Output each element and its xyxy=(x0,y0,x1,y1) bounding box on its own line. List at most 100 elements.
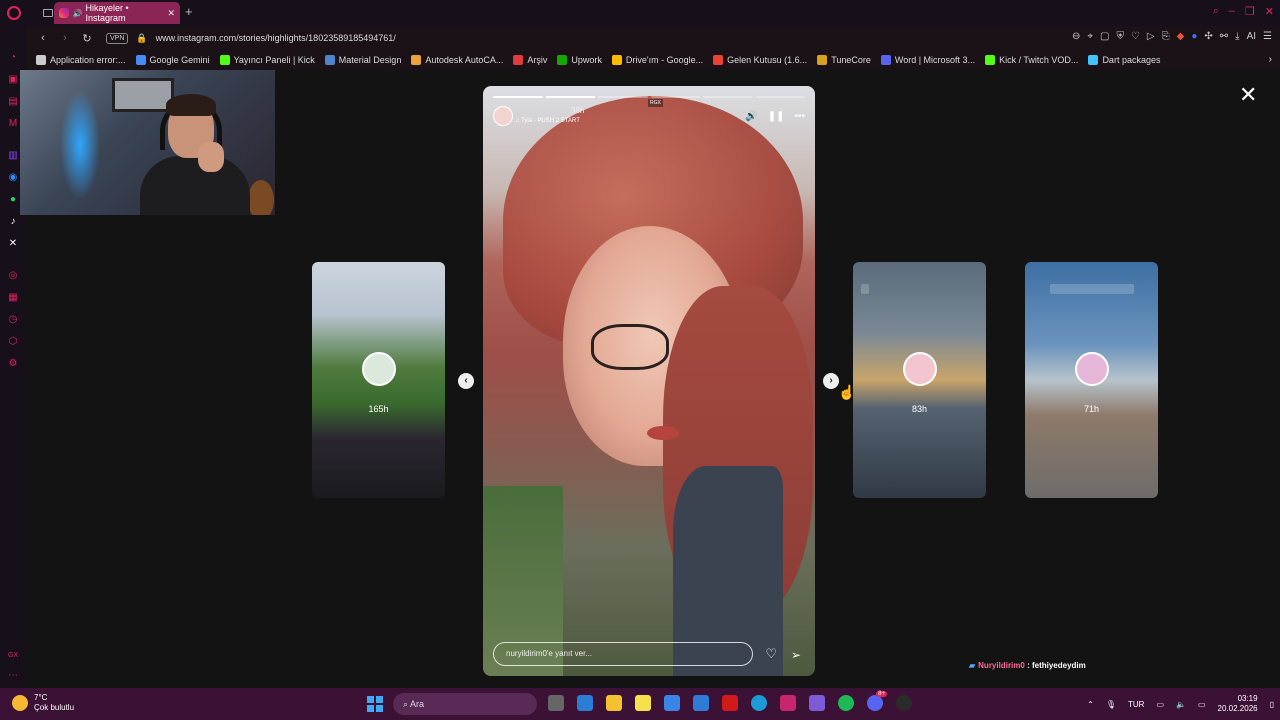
story-music[interactable]: ♫ Tyla - PUSH 2 START xyxy=(515,118,580,124)
shield-icon[interactable]: ⛨ xyxy=(1116,31,1124,42)
back-button[interactable]: ‹ xyxy=(38,32,48,44)
menu-icon[interactable]: ☰ xyxy=(1263,31,1272,42)
bookmark-item[interactable]: Drive'ım - Google... xyxy=(611,55,703,65)
bookmark-item[interactable]: Autodesk AutoCA... xyxy=(411,55,503,65)
previous-story-preview[interactable]: 165h xyxy=(312,262,445,498)
bookmark-item[interactable]: Kick / Twitch VOD... xyxy=(985,55,1078,65)
bookmark-item[interactable]: Yayıncı Paneli | Kick xyxy=(219,55,315,65)
reload-button[interactable]: ↻ xyxy=(82,32,92,45)
tab-instagram-stories[interactable]: 🔊 Hikayeler • Instagram ✕ xyxy=(54,2,180,24)
mail-icon[interactable]: M xyxy=(7,118,19,130)
previous-story-arrow-icon[interactable]: ‹ xyxy=(458,373,474,389)
bookmark-heart-icon[interactable]: ♡ xyxy=(1131,31,1140,42)
speaker-icon[interactable]: 🔊 xyxy=(73,9,83,18)
download-icon[interactable]: ⤓ xyxy=(1235,31,1239,42)
upcoming-story-preview[interactable]: ​ 71h xyxy=(1025,262,1158,498)
notifications-icon[interactable]: ▯ xyxy=(1270,700,1274,709)
next-story-arrow-icon[interactable]: › xyxy=(823,373,839,389)
like-heart-icon[interactable]: ♡ xyxy=(765,646,777,662)
url-field[interactable]: www.instagram.com/stories/highlights/180… xyxy=(156,33,396,43)
taskbar-search[interactable]: ⌕ Ara xyxy=(393,693,537,715)
reply-input[interactable]: nuryildirim0'e yanıt ver... xyxy=(493,642,753,666)
close-window-button[interactable]: ✕ xyxy=(1265,5,1274,18)
spotify-icon[interactable] xyxy=(838,695,854,711)
more-options-icon[interactable]: ••• xyxy=(794,111,805,122)
next-story-preview[interactable]: ​ 83h xyxy=(853,262,986,498)
bookmark-item[interactable]: Arşiv xyxy=(513,55,547,65)
opera-logo-icon[interactable] xyxy=(7,6,21,20)
close-stories-button[interactable]: ✕ xyxy=(1239,84,1257,106)
zoom-icon[interactable]: ⊖ xyxy=(1072,31,1080,42)
pin-icon[interactable]: ⌖ xyxy=(1087,31,1093,42)
speed-dial-icon[interactable]: ◔ xyxy=(7,52,19,64)
bookmark-item[interactable]: Google Gemini xyxy=(135,55,210,65)
copilot-icon[interactable] xyxy=(809,695,825,711)
settings-gear-icon[interactable]: ⚙ xyxy=(7,358,19,370)
microphone-icon[interactable]: 🎙 xyxy=(1106,700,1116,709)
bookmark-item[interactable]: Word | Microsoft 3... xyxy=(880,55,975,65)
task-view-icon[interactable] xyxy=(548,695,564,711)
tab-close-icon[interactable]: ✕ xyxy=(167,8,175,19)
lock-icon[interactable]: 🔒 xyxy=(136,33,147,44)
bookmark-item[interactable]: Dart packages xyxy=(1088,55,1160,65)
bookmark-item[interactable]: Gelen Kutusu (1.6... xyxy=(713,55,807,65)
bookmark-item[interactable]: TuneCore xyxy=(817,55,871,65)
player-icon[interactable]: ◎ xyxy=(7,270,19,282)
outlook-icon[interactable] xyxy=(577,695,593,711)
aria-ai-button[interactable]: AI xyxy=(1247,31,1256,42)
weather-widget[interactable]: 7°C Çok bulutlu xyxy=(12,693,74,713)
play-icon[interactable]: ▷ xyxy=(1147,31,1155,42)
opera-gx-taskbar-icon[interactable] xyxy=(722,695,738,711)
extension-blue-icon[interactable]: ● xyxy=(1191,31,1197,42)
battery-icon[interactable]: ▭ xyxy=(1198,700,1206,709)
vpn-badge[interactable]: VPN xyxy=(106,32,129,44)
send-icon[interactable]: ➢ xyxy=(791,648,801,662)
store-icon[interactable] xyxy=(664,695,680,711)
taskbar-clock[interactable]: 03:19 20.02.2026 xyxy=(1218,694,1258,714)
extensions-icon[interactable]: ⬡ xyxy=(7,336,19,348)
tiktok-icon[interactable]: ♪ xyxy=(7,216,19,228)
snapshot-icon[interactable]: ▢ xyxy=(1100,31,1109,42)
file-explorer-icon[interactable] xyxy=(606,695,622,711)
volume-tray-icon[interactable]: 🔈 xyxy=(1176,700,1186,709)
extensions-puzzle-icon[interactable]: ✣ xyxy=(1204,31,1212,42)
story-owner-avatar[interactable] xyxy=(493,106,513,126)
gx-corner-icon[interactable]: GX xyxy=(7,650,19,662)
network-icon[interactable]: ▭ xyxy=(1156,700,1164,709)
sidebar-more-icon[interactable]: ⋯ xyxy=(7,670,19,682)
obs-icon[interactable] xyxy=(896,695,912,711)
volume-icon[interactable]: 🔊 xyxy=(745,111,757,122)
forward-button[interactable]: › xyxy=(60,32,70,44)
pause-icon[interactable]: ❚❚ xyxy=(768,111,785,122)
extension-fox-icon[interactable]: ◆ xyxy=(1177,31,1185,42)
edge-icon[interactable] xyxy=(751,695,767,711)
share-icon[interactable]: ⎘ xyxy=(1162,31,1170,42)
twitch-icon[interactable]: ▥ xyxy=(7,150,19,162)
bookmark-item[interactable]: Application error:... xyxy=(36,55,126,65)
tab-islands-icon[interactable] xyxy=(43,9,53,17)
twitch-badge-icon: ▰ xyxy=(969,661,976,670)
x-twitter-icon[interactable]: ✕ xyxy=(7,238,19,250)
discord-icon[interactable]: 8+ xyxy=(867,691,887,711)
language-indicator[interactable]: TUR xyxy=(1128,700,1144,709)
messenger-icon[interactable]: ◉ xyxy=(7,172,19,184)
current-story[interactable]: 38h RGX ♫ Tyla - PUSH 2 START 🔊 ❚❚ ••• n… xyxy=(483,86,815,676)
search-tabs-icon[interactable]: ⌕ xyxy=(1213,5,1219,18)
history-icon[interactable]: ◷ xyxy=(7,314,19,326)
bookmark-item[interactable]: Material Design xyxy=(324,55,401,65)
maximize-button[interactable]: ❐ xyxy=(1245,5,1255,18)
whatsapp-icon[interactable]: ● xyxy=(7,194,19,206)
bookmarks-overflow-icon[interactable]: › xyxy=(1269,54,1272,65)
sticky-notes-icon[interactable] xyxy=(635,695,651,711)
pinboard-icon[interactable]: ▦ xyxy=(7,292,19,304)
crypto-wallet-icon[interactable]: ▤ xyxy=(7,96,19,108)
minimize-button[interactable]: – xyxy=(1229,5,1235,18)
new-tab-button[interactable]: + xyxy=(185,4,193,19)
easy-setup-icon[interactable]: ⚯ xyxy=(1220,31,1228,42)
bookmark-item[interactable]: Upwork xyxy=(557,55,602,65)
opera-taskbar-icon[interactable] xyxy=(780,695,796,711)
tray-overflow-icon[interactable]: ⌃ xyxy=(1087,700,1094,709)
vscode-icon[interactable] xyxy=(693,695,709,711)
aria-icon[interactable]: ▣ xyxy=(7,74,19,86)
start-button-icon[interactable] xyxy=(367,696,383,712)
